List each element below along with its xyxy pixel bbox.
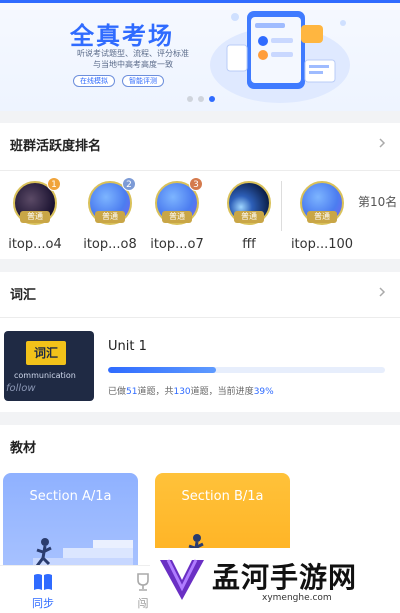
done-count: 51	[126, 387, 138, 397]
section-title-vocab: 词汇	[10, 288, 37, 303]
my-rank-member[interactable]: 普通 itop...100	[282, 181, 362, 252]
section-title-textbook: 教材	[10, 441, 37, 456]
divider	[0, 317, 400, 318]
member-level-tag: 普通	[162, 211, 192, 223]
member-name: fff	[242, 237, 256, 252]
watermark-url: xymenghe.com	[262, 593, 332, 603]
banner-pill-online-mock: 在线模拟	[73, 75, 115, 87]
watermark-title: 孟河手游网	[212, 561, 358, 594]
vocab-cover-word: follow	[6, 383, 36, 394]
progress-bar	[108, 367, 385, 373]
carousel-indicator[interactable]	[187, 96, 215, 102]
rank-number-badge: 3	[189, 177, 203, 191]
banner-title: 全真考场	[70, 22, 174, 50]
chevron-right-icon[interactable]	[376, 137, 388, 149]
member-name: itop...o7	[150, 237, 204, 252]
member-level-tag: 普通	[307, 211, 337, 223]
vocab-cover-image[interactable]: 词汇 communication follow	[4, 331, 94, 401]
rank-member[interactable]: 普通 fff	[209, 181, 289, 252]
vocabulary-section: 词汇 词汇 communication follow Unit 1 已做51道题…	[0, 272, 400, 412]
carousel-dot[interactable]	[198, 96, 204, 102]
rank-number-badge: 1	[47, 177, 61, 191]
vocab-cover-tag: 词汇	[26, 341, 66, 365]
rank-member[interactable]: 1 普通 itop...o4	[0, 177, 75, 252]
member-name: itop...100	[290, 237, 354, 252]
banner-pill-smart-eval: 智能评测	[122, 75, 164, 87]
carousel-dot[interactable]	[187, 96, 193, 102]
site-watermark: 孟河手游网 xymenghe.com	[150, 548, 400, 613]
chevron-right-icon[interactable]	[376, 286, 388, 298]
member-level-tag: 普通	[234, 211, 264, 223]
promo-banner[interactable]: 全真考场 听说考试题型、流程、评分标准 与当地中高考高度一致 在线模拟 智能评测	[0, 0, 400, 111]
my-rank-label: 第10名	[358, 195, 398, 209]
textbook-card[interactable]: Section A/1a	[3, 473, 138, 575]
member-level-tag: 普通	[95, 211, 125, 223]
carousel-dot-active[interactable]	[209, 96, 215, 102]
banner-subtitle-line: 与当地中高考高度一致	[93, 60, 173, 69]
progress-text-part: 已做	[108, 387, 127, 397]
divider	[0, 170, 400, 171]
section-title-ranking: 班群活跃度排名	[10, 139, 102, 154]
progress-bar-fill	[108, 367, 217, 373]
vocab-cover-word: communication	[14, 371, 76, 380]
progress-text: 已做51道题，共130道题，当前进度39%	[108, 384, 274, 397]
member-level-tag: 普通	[20, 211, 50, 223]
site-logo-icon	[160, 559, 204, 600]
member-name: itop...o4	[8, 237, 62, 252]
progress-text-part: 道题，当前进度	[190, 387, 254, 397]
banner-subtitle-line: 听说考试题型、流程、评分标准	[77, 49, 189, 58]
unit-title[interactable]: Unit 1	[108, 339, 147, 354]
banner-phone-illustration	[210, 11, 350, 103]
progress-percent: 39%	[253, 387, 274, 397]
banner-subtitle: 听说考试题型、流程、评分标准 与当地中高考高度一致	[58, 48, 208, 70]
rank-number-badge: 2	[122, 177, 136, 191]
class-activity-ranking: 班群活跃度排名 1 普通 itop...o4 2 普通 itop...o8 3 …	[0, 123, 400, 259]
banner-top-line	[0, 0, 400, 3]
progress-text-part: 道题，共	[137, 387, 174, 397]
total-count: 130	[173, 387, 191, 397]
textbook-card-title: Section A/1a	[29, 489, 112, 504]
textbook-card-title: Section B/1a	[181, 489, 264, 504]
book-icon	[34, 574, 52, 590]
nav-item-sync[interactable]: 同步	[13, 571, 73, 611]
rank-member[interactable]: 3 普通 itop...o7	[137, 177, 217, 252]
nav-label: 同步	[32, 597, 54, 610]
